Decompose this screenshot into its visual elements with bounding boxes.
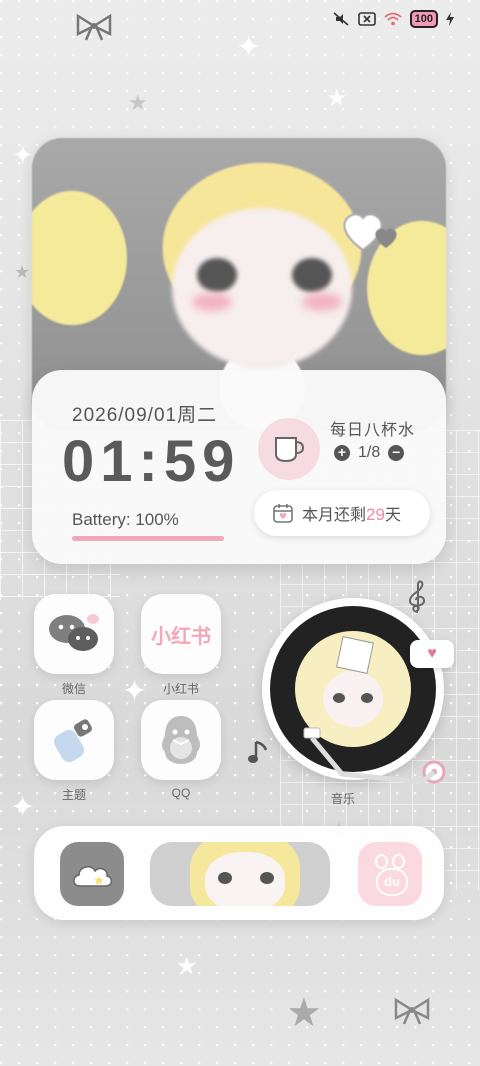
app-label: 小红书 [162, 682, 199, 696]
sparkle-icon: ✦ [10, 791, 36, 824]
battery-progress-bar [72, 536, 224, 541]
music-player-widget[interactable] [262, 598, 446, 785]
charging-icon [446, 12, 454, 26]
time-text: 01:59 [62, 429, 241, 494]
sparkle-icon: ✦ [236, 31, 262, 64]
character-blush [192, 293, 232, 311]
star-icon: ★ [14, 262, 31, 282]
star-icon: ★ [128, 90, 148, 115]
days-suffix: 天 [384, 507, 401, 524]
app-label: 主题 [61, 788, 86, 802]
app-xiaohongshu[interactable]: 小红书 小红书 [141, 594, 221, 697]
water-count: 1/8 [358, 444, 381, 461]
water-counter: + 1/8 − [334, 444, 405, 462]
app-wechat[interactable]: 微信 [34, 594, 114, 697]
date-text: 2026/09/01周二 [72, 405, 218, 426]
dock-weather-app[interactable] [60, 842, 124, 906]
star-icon: ★ [286, 991, 322, 1035]
no-sim-icon [357, 12, 376, 26]
weather-icon [73, 866, 113, 887]
cup-icon [275, 437, 305, 463]
battery-progress-fill [72, 536, 224, 541]
dock-baidu-app[interactable]: du [358, 842, 422, 906]
tonearm [303, 727, 446, 785]
qq-icon [162, 716, 200, 764]
character-blush [302, 293, 342, 311]
treble-clef-icon [408, 580, 426, 613]
xiaohongshu-icon: 小红书 [151, 625, 211, 648]
avatar-widget[interactable] [150, 842, 330, 906]
heart-icon [343, 213, 397, 252]
app-theme[interactable]: 主题 [34, 700, 114, 803]
heart-icon: ♥ [427, 645, 437, 662]
mute-icon [332, 12, 350, 26]
character-eye [197, 258, 237, 292]
theme-icon [54, 719, 92, 763]
app-tile[interactable]: 小红书 [141, 594, 221, 674]
calendar-icon [273, 504, 293, 523]
days-remaining-pill[interactable]: 本月还剩29天 [254, 490, 430, 536]
wechat-icon [49, 614, 99, 651]
battery-label: Battery: 100% [72, 510, 179, 529]
days-value: 29 [366, 505, 385, 524]
character-face [172, 208, 352, 368]
cup-button[interactable] [258, 418, 320, 480]
music-label: 音乐 [331, 792, 356, 806]
bow-icon [76, 13, 112, 41]
app-tile[interactable] [34, 594, 114, 674]
sparkle-icon: ✦ [12, 140, 34, 170]
wifi-icon [384, 12, 402, 26]
star-icon: ★ [326, 85, 348, 112]
character-eye [292, 258, 332, 292]
clock-widget[interactable]: 2026/09/01周二 01:59 Battery: 100% 每日八杯水 +… [32, 370, 446, 564]
water-title: 每日八杯水 [330, 422, 416, 439]
days-prefix: 本月还剩 [302, 507, 367, 524]
heart-bubble: ♥ [410, 640, 454, 668]
app-qq[interactable]: QQ [141, 700, 221, 800]
bow-icon-bottom [394, 997, 430, 1025]
music-note-icon [248, 740, 268, 763]
dock: du [34, 826, 444, 920]
star-icon: ★ [176, 953, 198, 980]
app-label: 微信 [61, 682, 86, 696]
status-bar: 100 [332, 10, 454, 28]
app-label: QQ [171, 786, 191, 800]
water-increase-button[interactable]: + [334, 445, 350, 461]
water-decrease-button[interactable]: − [388, 445, 405, 461]
app-tile[interactable] [141, 700, 221, 780]
app-tile[interactable] [34, 700, 114, 780]
baidu-icon: du [368, 854, 412, 896]
battery-indicator: 100 [409, 10, 438, 28]
